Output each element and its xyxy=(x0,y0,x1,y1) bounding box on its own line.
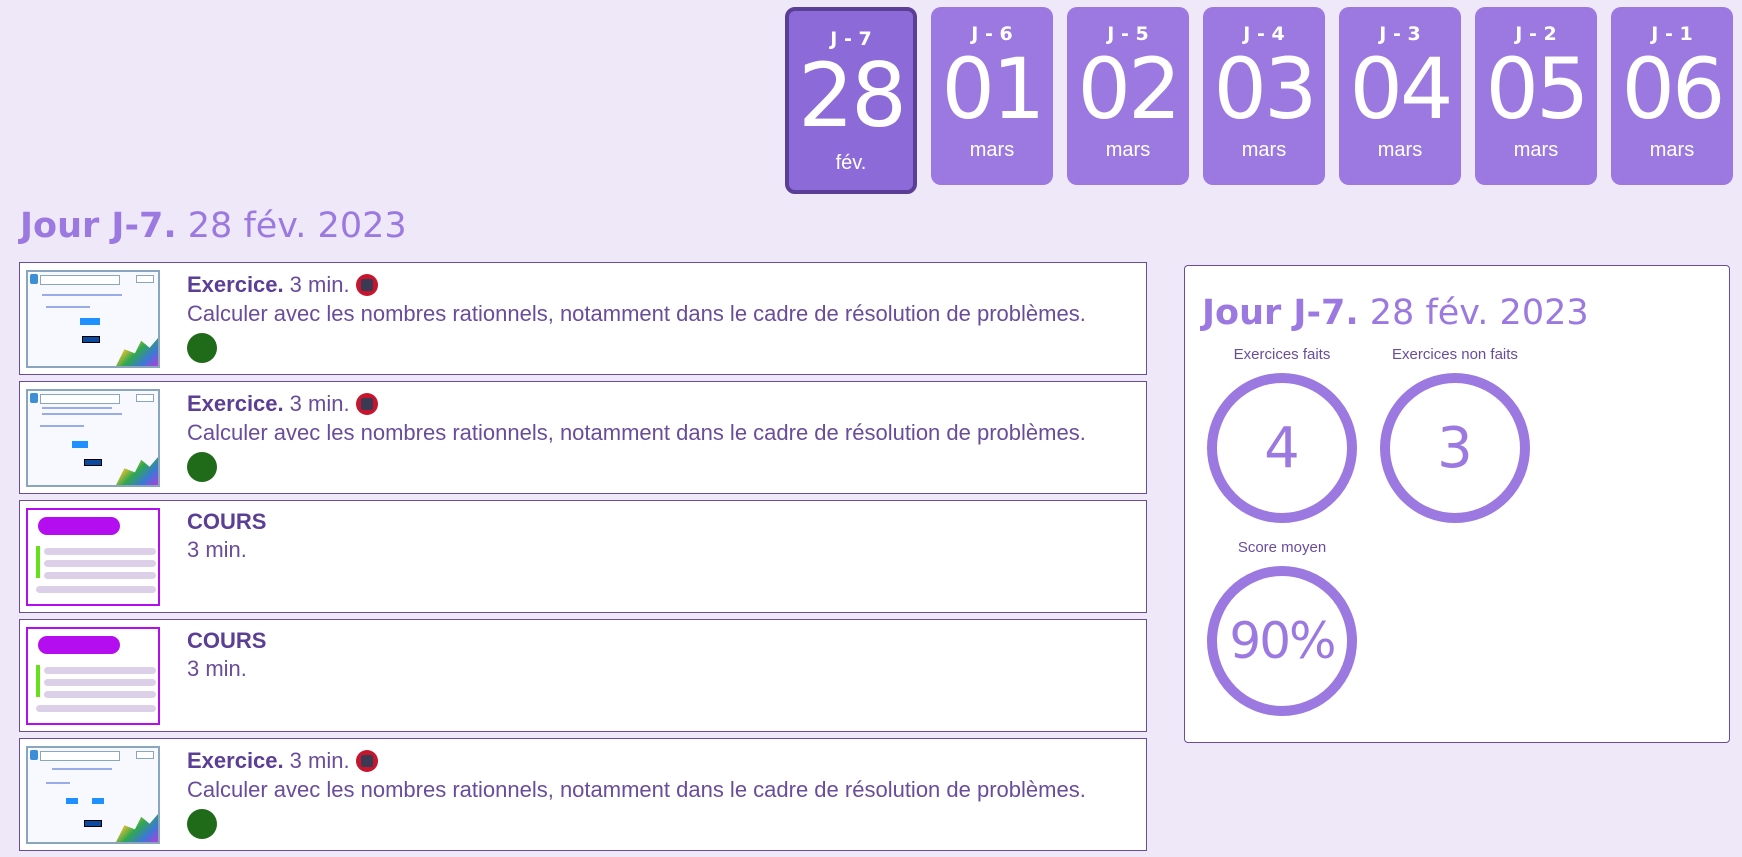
day-month: mars xyxy=(969,139,1015,161)
panel-title-day: Jour J-7. xyxy=(1202,293,1359,333)
activity-duration: 3 min. xyxy=(289,748,350,773)
cours-thumbnail xyxy=(26,508,160,606)
stat-done-value: 4 xyxy=(1207,373,1357,523)
activity-description: Calculer avec les nombres rationnels, no… xyxy=(187,420,1086,445)
exercise-thumbnail xyxy=(26,270,160,368)
exercise-thumbnail xyxy=(26,389,160,487)
day-tab-j2[interactable]: J - 2 05 mars xyxy=(1475,7,1597,185)
activity-duration: 3 min. xyxy=(187,537,247,562)
activity-card-exercise[interactable]: Exercice. 3 min. Calculer avec les nombr… xyxy=(19,381,1147,494)
day-number: 02 xyxy=(1077,40,1182,138)
status-done-icon xyxy=(187,333,217,363)
day-label: J - 2 xyxy=(1515,23,1557,45)
day-tab-j3[interactable]: J - 3 04 mars xyxy=(1339,7,1461,185)
panel-title-date: 28 fév. 2023 xyxy=(1369,293,1589,333)
activity-duration: 3 min. xyxy=(289,391,350,416)
day-label: J - 3 xyxy=(1379,23,1421,45)
day-month: mars xyxy=(1649,139,1695,161)
day-month: fév. xyxy=(835,152,867,174)
page-title: Jour J-7. 28 fév. 2023 xyxy=(20,206,407,246)
status-done-icon xyxy=(187,809,217,839)
day-label: J - 4 xyxy=(1243,23,1285,45)
panel-title: Jour J-7. 28 fév. 2023 xyxy=(1202,293,1589,333)
day-tab-j1[interactable]: J - 1 06 mars xyxy=(1611,7,1733,185)
day-tab-j4[interactable]: J - 4 03 mars xyxy=(1203,7,1325,185)
no-calculator-icon xyxy=(355,274,378,296)
day-number: 03 xyxy=(1213,40,1318,138)
day-number: 06 xyxy=(1621,40,1726,138)
page-title-day: Jour J-7. xyxy=(20,206,177,246)
activity-duration: 3 min. xyxy=(187,656,247,681)
no-calculator-icon xyxy=(355,750,378,772)
day-number: 28 xyxy=(798,44,907,147)
day-tab-j5[interactable]: J - 5 02 mars xyxy=(1067,7,1189,185)
day-label: J - 1 xyxy=(1651,23,1693,45)
activity-type: Exercice. xyxy=(187,391,284,416)
activity-card-exercise[interactable]: Exercice. 3 min. Calculer avec les nombr… xyxy=(19,738,1147,851)
activity-duration: 3 min. xyxy=(289,272,350,297)
status-done-icon xyxy=(187,452,217,482)
day-month: mars xyxy=(1377,139,1423,161)
activity-list: Exercice. 3 min. Calculer avec les nombr… xyxy=(19,262,1147,857)
day-month: mars xyxy=(1241,139,1287,161)
exercise-thumbnail xyxy=(26,746,160,844)
stat-score-label: Score moyen xyxy=(1237,539,1327,556)
day-tab-j7[interactable]: J - 7 28 fév. xyxy=(785,7,917,194)
day-selector: J - 7 28 fév. J - 6 01 mars J - 5 02 mar… xyxy=(785,7,1733,194)
stat-score-value: 90% xyxy=(1207,566,1357,716)
stat-done-label: Exercices faits xyxy=(1233,346,1331,363)
stat-not-done-label: Exercices non faits xyxy=(1392,346,1518,363)
page-title-date: 28 fév. 2023 xyxy=(187,206,407,246)
day-tab-j6[interactable]: J - 6 01 mars xyxy=(931,7,1053,185)
day-number: 01 xyxy=(941,40,1046,138)
activity-card-exercise[interactable]: Exercice. 3 min. Calculer avec les nombr… xyxy=(19,262,1147,375)
activity-card-cours[interactable]: COURS 3 min. xyxy=(19,619,1147,732)
day-number: 05 xyxy=(1485,40,1590,138)
day-month: mars xyxy=(1105,139,1151,161)
day-label: J - 5 xyxy=(1107,23,1149,45)
day-number: 04 xyxy=(1349,40,1454,138)
day-label: J - 7 xyxy=(830,28,872,50)
stat-not-done-value: 3 xyxy=(1380,373,1530,523)
day-label: J - 6 xyxy=(971,23,1013,45)
stat-score: Score moyen 90% xyxy=(1207,539,1357,716)
activity-type: Exercice. xyxy=(187,748,284,773)
day-month: mars xyxy=(1513,139,1559,161)
activity-card-cours[interactable]: COURS 3 min. xyxy=(19,500,1147,613)
activity-description: Calculer avec les nombres rationnels, no… xyxy=(187,777,1086,802)
activity-type: COURS xyxy=(187,628,267,653)
stat-not-done: Exercices non faits 3 xyxy=(1370,346,1540,523)
stat-done: Exercices faits 4 xyxy=(1207,346,1357,523)
activity-type: Exercice. xyxy=(187,272,284,297)
activity-type: COURS xyxy=(187,509,267,534)
day-stats-panel: Jour J-7. 28 fév. 2023 Exercices faits 4… xyxy=(1184,265,1730,743)
cours-thumbnail xyxy=(26,627,160,725)
activity-description: Calculer avec les nombres rationnels, no… xyxy=(187,301,1086,326)
no-calculator-icon xyxy=(355,393,378,415)
